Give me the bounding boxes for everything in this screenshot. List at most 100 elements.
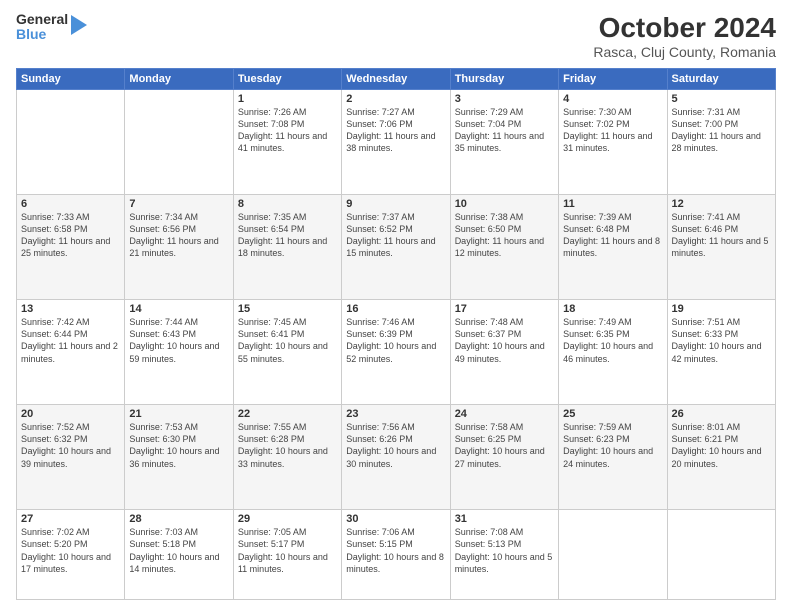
day-number: 13 bbox=[21, 303, 120, 315]
day-detail: Sunrise: 7:27 AMSunset: 7:06 PMDaylight:… bbox=[346, 106, 445, 155]
day-number: 23 bbox=[346, 408, 445, 420]
day-detail: Sunrise: 7:49 AMSunset: 6:35 PMDaylight:… bbox=[563, 316, 662, 365]
page-title: October 2024 bbox=[593, 12, 776, 44]
calendar-cell: 7Sunrise: 7:34 AMSunset: 6:56 PMDaylight… bbox=[125, 195, 233, 300]
calendar-cell: 17Sunrise: 7:48 AMSunset: 6:37 PMDayligh… bbox=[450, 300, 558, 405]
day-number: 12 bbox=[672, 198, 771, 210]
day-detail: Sunrise: 7:58 AMSunset: 6:25 PMDaylight:… bbox=[455, 421, 554, 470]
day-detail: Sunrise: 7:48 AMSunset: 6:37 PMDaylight:… bbox=[455, 316, 554, 365]
day-number: 22 bbox=[238, 408, 337, 420]
day-detail: Sunrise: 7:39 AMSunset: 6:48 PMDaylight:… bbox=[563, 211, 662, 260]
calendar-cell: 22Sunrise: 7:55 AMSunset: 6:28 PMDayligh… bbox=[233, 405, 341, 510]
day-number: 30 bbox=[346, 513, 445, 525]
day-number: 29 bbox=[238, 513, 337, 525]
calendar-cell: 4Sunrise: 7:30 AMSunset: 7:02 PMDaylight… bbox=[559, 90, 667, 195]
logo-line2: Blue bbox=[16, 27, 68, 42]
title-block: October 2024 Rasca, Cluj County, Romania bbox=[593, 12, 776, 60]
calendar-cell: 30Sunrise: 7:06 AMSunset: 5:15 PMDayligh… bbox=[342, 510, 450, 600]
day-detail: Sunrise: 7:42 AMSunset: 6:44 PMDaylight:… bbox=[21, 316, 120, 365]
day-number: 25 bbox=[563, 408, 662, 420]
day-detail: Sunrise: 7:29 AMSunset: 7:04 PMDaylight:… bbox=[455, 106, 554, 155]
calendar-cell bbox=[125, 90, 233, 195]
calendar-cell: 23Sunrise: 7:56 AMSunset: 6:26 PMDayligh… bbox=[342, 405, 450, 510]
calendar-cell bbox=[559, 510, 667, 600]
day-detail: Sunrise: 7:33 AMSunset: 6:58 PMDaylight:… bbox=[21, 211, 120, 260]
calendar-cell: 10Sunrise: 7:38 AMSunset: 6:50 PMDayligh… bbox=[450, 195, 558, 300]
calendar-cell: 3Sunrise: 7:29 AMSunset: 7:04 PMDaylight… bbox=[450, 90, 558, 195]
day-number: 6 bbox=[21, 198, 120, 210]
day-detail: Sunrise: 7:38 AMSunset: 6:50 PMDaylight:… bbox=[455, 211, 554, 260]
calendar-cell: 6Sunrise: 7:33 AMSunset: 6:58 PMDaylight… bbox=[17, 195, 125, 300]
calendar-cell: 31Sunrise: 7:08 AMSunset: 5:13 PMDayligh… bbox=[450, 510, 558, 600]
col-tuesday: Tuesday bbox=[233, 69, 341, 90]
calendar-cell: 2Sunrise: 7:27 AMSunset: 7:06 PMDaylight… bbox=[342, 90, 450, 195]
calendar-cell: 16Sunrise: 7:46 AMSunset: 6:39 PMDayligh… bbox=[342, 300, 450, 405]
calendar-table: Sunday Monday Tuesday Wednesday Thursday… bbox=[16, 68, 776, 600]
day-detail: Sunrise: 7:03 AMSunset: 5:18 PMDaylight:… bbox=[129, 526, 228, 575]
day-number: 11 bbox=[563, 198, 662, 210]
day-detail: Sunrise: 7:56 AMSunset: 6:26 PMDaylight:… bbox=[346, 421, 445, 470]
week-row-3: 20Sunrise: 7:52 AMSunset: 6:32 PMDayligh… bbox=[17, 405, 776, 510]
day-number: 27 bbox=[21, 513, 120, 525]
day-number: 1 bbox=[238, 93, 337, 105]
calendar-cell: 12Sunrise: 7:41 AMSunset: 6:46 PMDayligh… bbox=[667, 195, 775, 300]
day-detail: Sunrise: 7:52 AMSunset: 6:32 PMDaylight:… bbox=[21, 421, 120, 470]
calendar-cell: 28Sunrise: 7:03 AMSunset: 5:18 PMDayligh… bbox=[125, 510, 233, 600]
calendar-cell: 25Sunrise: 7:59 AMSunset: 6:23 PMDayligh… bbox=[559, 405, 667, 510]
day-number: 7 bbox=[129, 198, 228, 210]
col-sunday: Sunday bbox=[17, 69, 125, 90]
day-detail: Sunrise: 7:06 AMSunset: 5:15 PMDaylight:… bbox=[346, 526, 445, 575]
page-subtitle: Rasca, Cluj County, Romania bbox=[593, 44, 776, 60]
col-monday: Monday bbox=[125, 69, 233, 90]
calendar-cell bbox=[667, 510, 775, 600]
header: General Blue October 2024 Rasca, Cluj Co… bbox=[16, 12, 776, 60]
day-number: 24 bbox=[455, 408, 554, 420]
calendar-cell: 29Sunrise: 7:05 AMSunset: 5:17 PMDayligh… bbox=[233, 510, 341, 600]
day-number: 2 bbox=[346, 93, 445, 105]
calendar-cell: 15Sunrise: 7:45 AMSunset: 6:41 PMDayligh… bbox=[233, 300, 341, 405]
day-number: 16 bbox=[346, 303, 445, 315]
calendar-cell: 20Sunrise: 7:52 AMSunset: 6:32 PMDayligh… bbox=[17, 405, 125, 510]
logo-line1: General bbox=[16, 12, 68, 27]
calendar-cell: 19Sunrise: 7:51 AMSunset: 6:33 PMDayligh… bbox=[667, 300, 775, 405]
calendar-cell bbox=[17, 90, 125, 195]
day-detail: Sunrise: 7:45 AMSunset: 6:41 PMDaylight:… bbox=[238, 316, 337, 365]
col-wednesday: Wednesday bbox=[342, 69, 450, 90]
day-detail: Sunrise: 7:37 AMSunset: 6:52 PMDaylight:… bbox=[346, 211, 445, 260]
calendar-cell: 9Sunrise: 7:37 AMSunset: 6:52 PMDaylight… bbox=[342, 195, 450, 300]
calendar-cell: 24Sunrise: 7:58 AMSunset: 6:25 PMDayligh… bbox=[450, 405, 558, 510]
day-number: 19 bbox=[672, 303, 771, 315]
day-number: 21 bbox=[129, 408, 228, 420]
day-number: 8 bbox=[238, 198, 337, 210]
calendar-cell: 27Sunrise: 7:02 AMSunset: 5:20 PMDayligh… bbox=[17, 510, 125, 600]
calendar-cell: 8Sunrise: 7:35 AMSunset: 6:54 PMDaylight… bbox=[233, 195, 341, 300]
calendar-cell: 11Sunrise: 7:39 AMSunset: 6:48 PMDayligh… bbox=[559, 195, 667, 300]
day-detail: Sunrise: 7:05 AMSunset: 5:17 PMDaylight:… bbox=[238, 526, 337, 575]
day-number: 26 bbox=[672, 408, 771, 420]
day-detail: Sunrise: 7:51 AMSunset: 6:33 PMDaylight:… bbox=[672, 316, 771, 365]
calendar-cell: 1Sunrise: 7:26 AMSunset: 7:08 PMDaylight… bbox=[233, 90, 341, 195]
day-detail: Sunrise: 7:34 AMSunset: 6:56 PMDaylight:… bbox=[129, 211, 228, 260]
day-number: 5 bbox=[672, 93, 771, 105]
day-detail: Sunrise: 7:46 AMSunset: 6:39 PMDaylight:… bbox=[346, 316, 445, 365]
day-detail: Sunrise: 7:31 AMSunset: 7:00 PMDaylight:… bbox=[672, 106, 771, 155]
day-number: 31 bbox=[455, 513, 554, 525]
week-row-4: 27Sunrise: 7:02 AMSunset: 5:20 PMDayligh… bbox=[17, 510, 776, 600]
week-row-2: 13Sunrise: 7:42 AMSunset: 6:44 PMDayligh… bbox=[17, 300, 776, 405]
week-row-0: 1Sunrise: 7:26 AMSunset: 7:08 PMDaylight… bbox=[17, 90, 776, 195]
day-number: 17 bbox=[455, 303, 554, 315]
col-friday: Friday bbox=[559, 69, 667, 90]
day-number: 4 bbox=[563, 93, 662, 105]
day-detail: Sunrise: 7:35 AMSunset: 6:54 PMDaylight:… bbox=[238, 211, 337, 260]
calendar-cell: 14Sunrise: 7:44 AMSunset: 6:43 PMDayligh… bbox=[125, 300, 233, 405]
day-detail: Sunrise: 7:30 AMSunset: 7:02 PMDaylight:… bbox=[563, 106, 662, 155]
day-number: 20 bbox=[21, 408, 120, 420]
day-number: 3 bbox=[455, 93, 554, 105]
day-detail: Sunrise: 7:08 AMSunset: 5:13 PMDaylight:… bbox=[455, 526, 554, 575]
col-thursday: Thursday bbox=[450, 69, 558, 90]
day-detail: Sunrise: 7:44 AMSunset: 6:43 PMDaylight:… bbox=[129, 316, 228, 365]
day-detail: Sunrise: 7:26 AMSunset: 7:08 PMDaylight:… bbox=[238, 106, 337, 155]
day-number: 18 bbox=[563, 303, 662, 315]
day-number: 28 bbox=[129, 513, 228, 525]
calendar-cell: 21Sunrise: 7:53 AMSunset: 6:30 PMDayligh… bbox=[125, 405, 233, 510]
